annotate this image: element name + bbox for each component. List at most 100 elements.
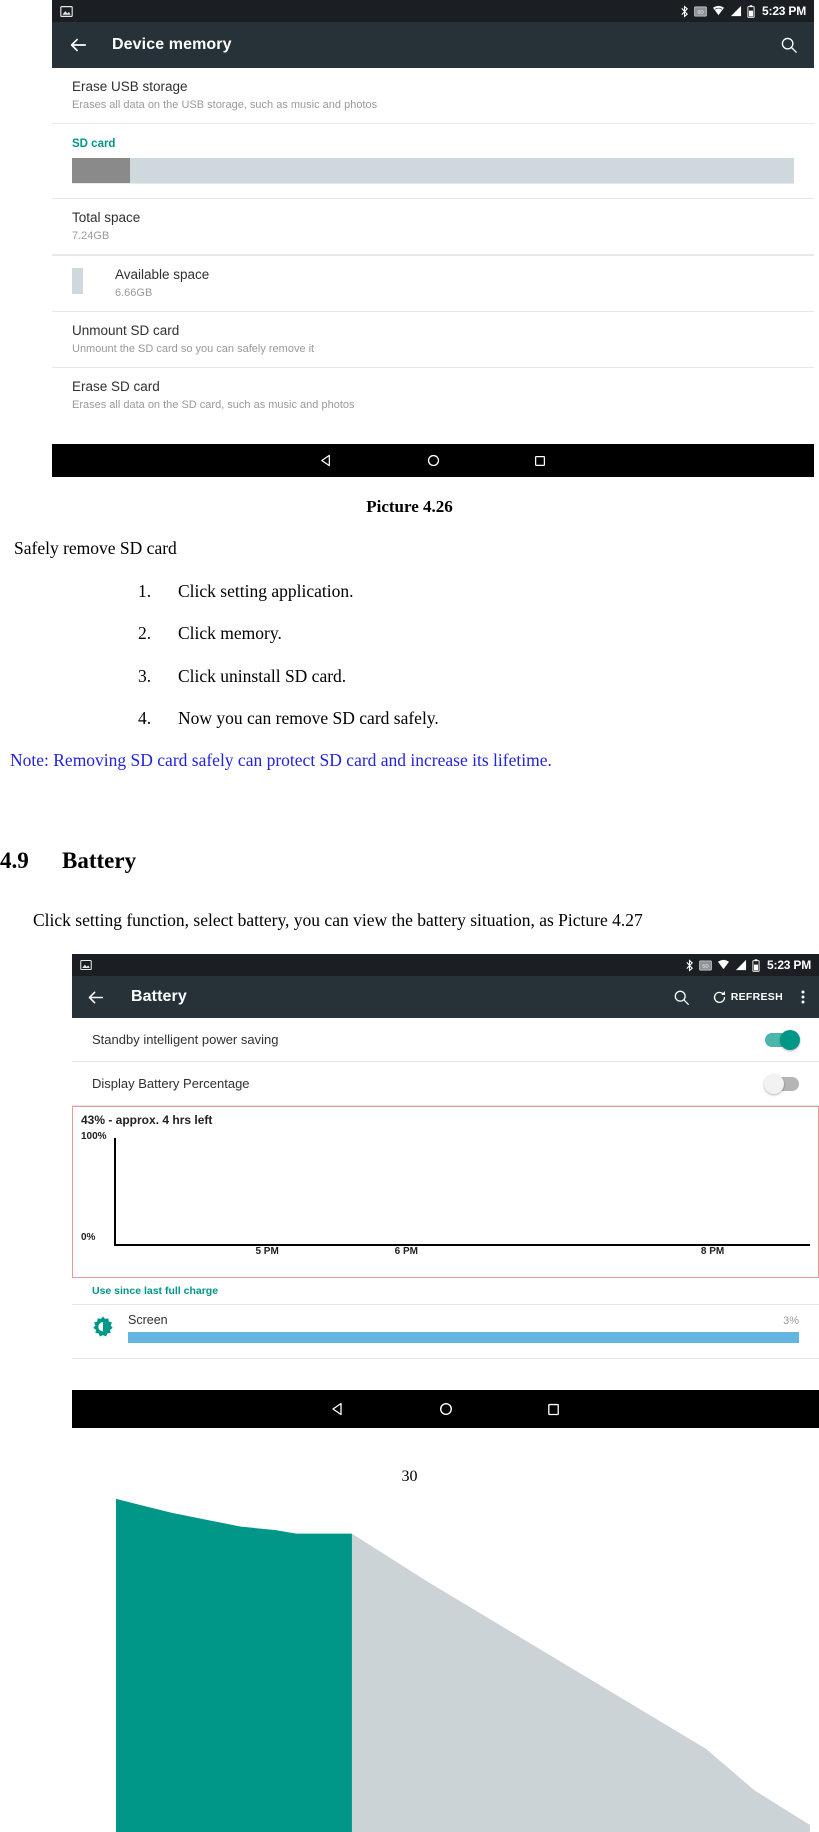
device-memory-screenshot: SD 5:23 PM Device memory Erase USB stora… [52,0,814,477]
status-bar-left-icons [80,959,92,971]
unmount-sd-card-row[interactable]: Unmount SD card Unmount the SD card so y… [52,312,814,368]
list-item: 3. Click uninstall SD card. [138,666,346,687]
nav-home-icon[interactable] [426,453,441,468]
x-axis-tick-label: 5 PM [255,1246,279,1257]
note-text: Note: Removing SD card safely can protec… [10,750,552,770]
nav-recents-icon[interactable] [533,454,547,468]
status-bar-right-icons: SD 5:23 PM [685,958,811,972]
standby-power-saving-label: Standby intelligent power saving [92,1032,279,1047]
row-subtitle: Erases all data on the USB storage, such… [72,99,378,111]
list-item-text: Click setting application. [178,581,354,601]
refresh-button[interactable]: REFRESH [712,990,783,1005]
nav-back-icon[interactable] [330,1401,346,1417]
unmount-subtitle: Unmount the SD card so you can safely re… [72,343,315,355]
app-bar: Battery REFRESH [72,976,819,1018]
section-number: 4.9 [0,848,29,873]
list-item-number: 1. [138,581,152,601]
list-item-text: Click uninstall SD card. [178,666,347,686]
storage-used-segment [72,158,130,183]
svg-text:SD: SD [697,9,704,14]
toggle-knob [780,1029,800,1050]
status-bar-clock: 5:23 PM [762,4,806,18]
svg-text:SD: SD [702,963,709,968]
available-space-value: 6.66GB [115,287,153,299]
sd-storage-usage-bar [72,158,794,184]
y-axis-min-label: 0% [81,1232,96,1243]
refresh-label: REFRESH [730,991,783,1003]
app-bar-actions: REFRESH [673,989,805,1006]
x-axis-tick-label: 8 PM [700,1246,725,1257]
available-space-row: Available space 6.66GB [52,255,814,312]
battery-screenshot: SD 5:23 PM Battery REFRESH Standby intel… [72,954,819,1832]
body-paragraph: Click setting function, select battery, … [33,910,643,930]
page-title: Battery [131,988,187,1005]
erase-sd-card-row[interactable]: Erase SD card Erases all data on the SD … [52,368,814,423]
overflow-menu-icon[interactable] [801,989,805,1005]
bluetooth-icon [686,958,694,972]
section-title: Battery [62,848,137,873]
battery-icon [752,958,760,972]
refresh-icon [713,990,725,1003]
list-item-text: Now you can remove SD card safely. [178,708,439,728]
sd-card-icon: SD [694,6,707,16]
app-bar-actions [780,36,798,54]
display-battery-percentage-row[interactable]: Display Battery Percentage [72,1062,819,1106]
safely-remove-heading: Safely remove SD card [14,538,177,558]
display-battery-percentage-toggle[interactable] [764,1073,799,1094]
erase-sd-title: Erase SD card [72,379,160,394]
back-arrow-icon[interactable] [86,988,105,1007]
list-item-number: 2. [138,623,152,643]
battery-content: Standby intelligent power saving Display… [72,1018,819,1832]
x-axis-tick-label: 6 PM [394,1246,418,1257]
status-bar-clock: 5:23 PM [767,958,811,972]
battery-history-chart: 43% - approx. 4 hrs left 100% 0% 5 PM 6 P… [72,1106,819,1832]
total-space-row: Total space 7.24GB [52,198,814,255]
signal-icon [735,959,747,971]
chart-plot-area: 100% 0% 5 PM 6 PM 8 PM [81,1131,810,1832]
figure-caption-426: Picture 4.26 [366,497,453,516]
page-number: 30 [401,1468,418,1485]
status-bar-right-icons: SD 5:23 PM [680,4,806,18]
erase-usb-storage-row[interactable]: Erase USB storage Erases all data on the… [52,68,814,124]
y-axis-max-label: 100% [81,1131,107,1142]
screenshot-icon [60,5,73,17]
list-item-text: Click memory. [178,623,282,643]
battery-icon [747,4,755,18]
navigation-bar [72,1390,819,1428]
section-heading: 4.9 Battery [0,848,136,874]
chart-title: 43% - approx. 4 hrs left [81,1113,213,1127]
standby-power-saving-toggle[interactable] [765,1029,800,1050]
standby-power-saving-row[interactable]: Standby intelligent power saving [72,1018,819,1062]
nav-back-icon[interactable] [319,453,334,468]
toggle-knob [764,1073,784,1094]
search-icon[interactable] [780,36,798,54]
search-icon[interactable] [673,989,690,1006]
erase-sd-subtitle: Erases all data on the SD card, such as … [72,399,355,411]
list-item: 1. Click setting application. [138,581,353,602]
unmount-title: Unmount SD card [72,323,180,338]
sd-card-section-label: SD card [72,138,116,150]
nav-home-icon[interactable] [438,1401,454,1417]
chart-area-series [116,1498,352,1832]
wifi-icon [713,5,725,16]
available-space-title: Available space [115,267,210,282]
available-space-swatch-icon [72,268,83,294]
list-item: 2. Click memory. [138,623,282,644]
signal-icon [730,5,742,17]
row-title: Erase USB storage [72,79,188,94]
list-item-number: 3. [138,666,152,686]
bluetooth-icon [681,4,689,18]
status-bar: SD 5:23 PM [52,0,814,22]
list-item: 4. Now you can remove SD card safely. [138,708,439,729]
status-bar-left-icons [60,5,73,18]
memory-content: Erase USB storage Erases all data on the… [52,68,814,423]
screenshot-icon [80,959,92,971]
display-battery-percentage-label: Display Battery Percentage [92,1076,250,1091]
status-bar: SD 5:23 PM [72,954,819,976]
available-space-text: Available space 6.66GB [115,266,209,301]
total-space-title: Total space [72,210,141,225]
x-axis-tick-labels: 5 PM 6 PM 8 PM [114,1246,810,1259]
nav-recents-icon[interactable] [546,1402,561,1417]
back-arrow-icon[interactable] [68,35,88,55]
page-title: Device memory [112,36,232,53]
